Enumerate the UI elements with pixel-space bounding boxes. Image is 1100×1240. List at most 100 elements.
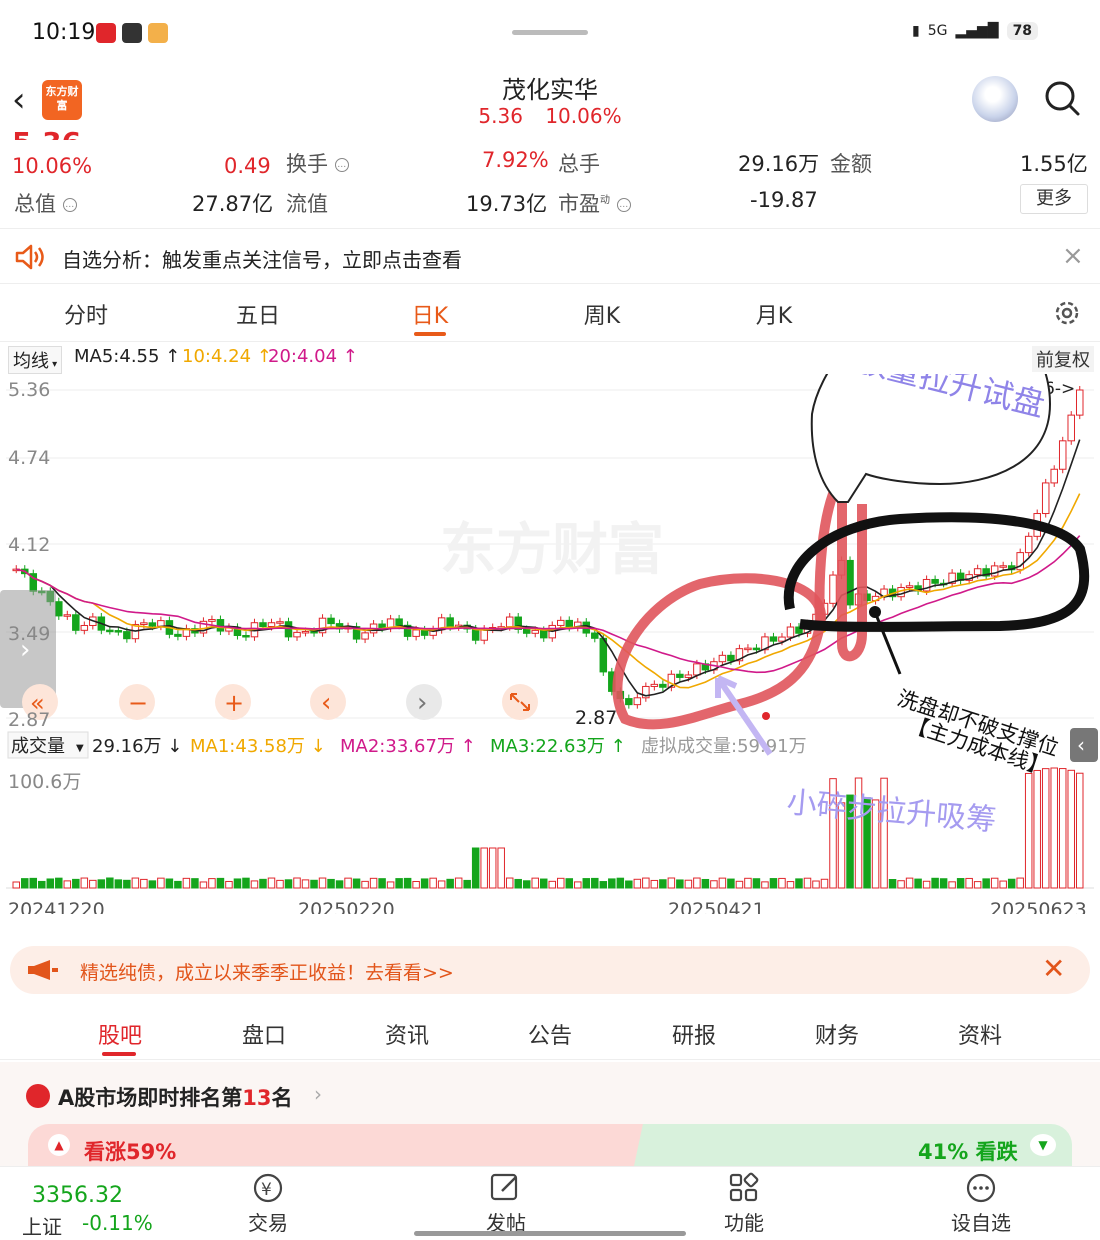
candle <box>72 614 80 631</box>
volume-bar <box>965 877 973 889</box>
chevron-left-icon: ‹ <box>1077 733 1085 757</box>
dropdown-icon: ▼ <box>76 743 84 754</box>
tab-research[interactable]: 研报 <box>634 1018 754 1050</box>
candle <box>471 628 480 641</box>
volume-bar <box>369 877 378 889</box>
date-tick: 20250421 <box>668 899 765 914</box>
tab-intraday[interactable]: 分时 <box>36 298 136 330</box>
date-tick: 20241220 <box>8 899 105 914</box>
change-amount: 0.49 <box>224 154 271 178</box>
amount-value: 1.55亿 <box>1020 152 1088 176</box>
volume-bar <box>659 879 667 889</box>
tab-profile[interactable]: 资料 <box>920 1018 1040 1050</box>
nav-functions[interactable]: 功能 <box>694 1171 794 1236</box>
index-name[interactable]: 上证 <box>22 1211 62 1240</box>
volume-bar <box>97 879 106 889</box>
candle <box>931 578 939 584</box>
yen-icon: ¥ <box>253 1173 283 1203</box>
tab-finance[interactable]: 财务 <box>777 1018 897 1050</box>
pe-label[interactable]: 市盈动 … <box>558 188 631 218</box>
candle <box>1041 482 1050 515</box>
candle <box>327 617 335 625</box>
tab-announcements[interactable]: 公告 <box>490 1018 610 1050</box>
tab-monthly-k[interactable]: 月K <box>724 298 824 330</box>
rank-section[interactable]: A股市场即时排名第13名 › ▲ 看涨59% 41% 看跌 ▼ <box>0 1062 1100 1166</box>
candle <box>718 654 727 663</box>
nav-trade[interactable]: ¥ 交易 <box>218 1171 318 1236</box>
kline-chart[interactable]: 东方财富 › « − + ‹ › 5.36 4.74 4.12 3.49 2.8… <box>0 374 1100 914</box>
network-label: 5G <box>927 23 948 39</box>
volume-bar <box>429 877 437 889</box>
tab-orderbook[interactable]: 盘口 <box>204 1018 324 1050</box>
market-cap-label[interactable]: 总值 … <box>14 188 77 218</box>
stock-change-pct: 10.06% <box>545 104 622 128</box>
volume-bar <box>616 877 625 889</box>
speaker-icon <box>15 244 44 270</box>
volume-ma1: MA1:43.58万 ↓ <box>190 736 326 757</box>
candle <box>744 647 752 651</box>
candle <box>973 568 982 576</box>
candle <box>778 636 786 642</box>
adjust-selector[interactable]: 前复权 <box>1032 346 1094 372</box>
candle <box>140 622 148 625</box>
more-button[interactable]: 更多 <box>1020 184 1088 214</box>
volume-bar <box>38 880 46 889</box>
event-dot[interactable] <box>762 712 770 720</box>
volume-bar <box>378 878 386 889</box>
volume-bar <box>284 879 293 889</box>
turnover-label[interactable]: 换手 … <box>286 148 349 178</box>
ma-selector[interactable]: 均线 ▾ <box>8 346 63 374</box>
candle <box>208 619 216 622</box>
volume-bar <box>922 880 931 889</box>
candle <box>174 633 182 637</box>
volume-bar <box>1075 772 1084 889</box>
candle <box>829 574 837 604</box>
volume-bar <box>165 878 174 889</box>
index-value[interactable]: 3356.32 <box>32 1183 123 1208</box>
search-icon[interactable] <box>1044 80 1080 116</box>
volume-bar <box>412 881 420 889</box>
tab-forum[interactable]: 股吧 <box>60 1018 180 1050</box>
tab-news[interactable]: 资讯 <box>347 1018 467 1050</box>
tab-weekly-k[interactable]: 周K <box>552 298 652 330</box>
volume-bar <box>318 877 327 889</box>
gear-icon[interactable] <box>1052 298 1082 328</box>
nav-add-watchlist[interactable]: 设自选 <box>931 1171 1031 1236</box>
volume-bar <box>46 878 55 889</box>
content-tabs: 股吧 盘口 资讯 公告 研报 财务 资料 <box>0 1004 1100 1060</box>
tab-five-day[interactable]: 五日 <box>208 298 308 330</box>
virtual-volume: 虚拟成交量:59.91万 <box>641 736 807 757</box>
candle <box>769 636 778 642</box>
volume-bar <box>106 877 114 889</box>
volume-bar <box>1024 772 1033 889</box>
close-icon[interactable]: × <box>1062 241 1084 271</box>
fullscreen-button[interactable] <box>502 684 538 720</box>
volume-bar <box>752 878 761 889</box>
tab-daily-k[interactable]: 日K <box>380 298 480 330</box>
system-status: ▮ 5G ▂▄▆█ 78 <box>912 22 1039 40</box>
volume-bar <box>446 878 454 889</box>
close-icon[interactable]: ✕ <box>1042 952 1065 985</box>
status-bar: 10:19 ▮ 5G ▂▄▆█ 78 <box>0 0 1100 66</box>
alert-banner[interactable]: 自选分析：触发重点关注信号，立即点击查看 × <box>0 228 1100 284</box>
volume-bar <box>89 879 97 889</box>
candle <box>999 565 1007 568</box>
candle <box>693 663 701 676</box>
ad-banner[interactable]: 精选纯债，成立以来季季正收益！去看看>> ✕ <box>10 946 1090 994</box>
float-cap-label: 流值 <box>286 192 328 216</box>
volume-bar <box>591 877 599 889</box>
volume-bar <box>565 878 574 889</box>
candle <box>565 619 574 628</box>
megaphone-icon <box>28 960 58 980</box>
volume-bar <box>310 879 318 889</box>
nav-post[interactable]: 发帖 <box>456 1171 556 1236</box>
volume-bar <box>276 879 284 889</box>
volume-bar <box>522 880 531 889</box>
volume-bar <box>395 878 403 889</box>
index-change[interactable]: -0.11% <box>82 1211 153 1235</box>
assistant-avatar[interactable] <box>972 76 1018 122</box>
volume-ma2: MA2:33.67万 ↑ <box>340 736 476 757</box>
candle <box>259 622 267 628</box>
volume-bar <box>982 878 990 889</box>
candle <box>216 619 225 632</box>
